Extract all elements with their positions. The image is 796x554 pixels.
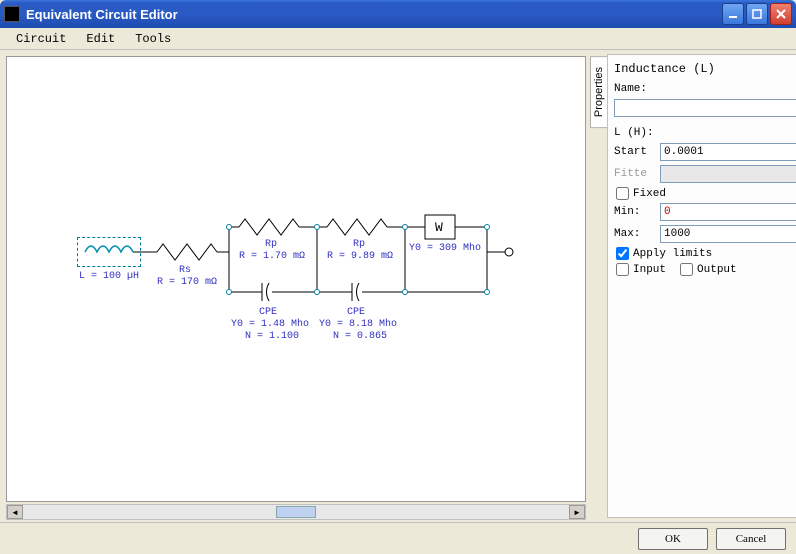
- name-Rp2: Rp: [353, 239, 365, 250]
- min-label: Min:: [614, 206, 656, 218]
- scroll-thumb[interactable]: [276, 506, 316, 518]
- node[interactable]: [226, 289, 232, 295]
- selection-box: [77, 237, 141, 267]
- tab-properties[interactable]: Properties: [590, 56, 607, 128]
- name-CPE1: CPE: [259, 307, 277, 318]
- properties-panel: Inductance (L) ⊟ Name: L (H): Start Fitt…: [607, 54, 796, 518]
- window-controls: [722, 3, 792, 25]
- label-Rp2: R = 9.89 mΩ: [327, 251, 393, 262]
- label-Rp1: R = 1.70 mΩ: [239, 251, 305, 262]
- panel-title: Inductance (L): [614, 62, 715, 76]
- label-CPE1-y: Y0 = 1.48 Mho: [231, 319, 309, 330]
- scroll-left-icon[interactable]: ◄: [7, 505, 23, 519]
- name-label: Name:: [614, 83, 647, 95]
- apply-limits-checkbox[interactable]: [616, 247, 629, 260]
- name-input[interactable]: [614, 99, 796, 117]
- label-W: Y0 = 309 Mho: [409, 243, 481, 254]
- name-Rp1: Rp: [265, 239, 277, 250]
- apply-limits-label: Apply limits: [633, 248, 712, 260]
- circuit-canvas[interactable]: L = 100 µH Rs R = 170 mΩ Rp R = 1.70 mΩ …: [6, 56, 586, 502]
- ok-button[interactable]: OK: [638, 528, 708, 550]
- menu-circuit[interactable]: Circuit: [6, 30, 76, 48]
- node[interactable]: [484, 289, 490, 295]
- label-CPE1-n: N = 1.100: [245, 331, 299, 342]
- label-Rs: R = 170 mΩ: [157, 277, 217, 288]
- window-title: Equivalent Circuit Editor: [26, 7, 722, 22]
- horizontal-scrollbar[interactable]: ◄ ►: [6, 504, 586, 520]
- input-label: Input: [633, 264, 666, 276]
- titlebar: Equivalent Circuit Editor: [0, 0, 796, 28]
- start-input[interactable]: [660, 143, 796, 161]
- name-Rs: Rs: [179, 265, 191, 276]
- label-CPE2-y: Y0 = 8.18 Mho: [319, 319, 397, 330]
- node[interactable]: [226, 224, 232, 230]
- close-button[interactable]: [770, 3, 792, 25]
- label-CPE2-n: N = 0.865: [333, 331, 387, 342]
- min-input[interactable]: [660, 203, 796, 221]
- cancel-button[interactable]: Cancel: [716, 528, 786, 550]
- lh-label: L (H):: [614, 127, 654, 139]
- app-icon: [4, 6, 20, 22]
- maximize-button[interactable]: [746, 3, 768, 25]
- output-label: Output: [697, 264, 737, 276]
- node[interactable]: [484, 224, 490, 230]
- node[interactable]: [314, 224, 320, 230]
- output-checkbox[interactable]: [680, 263, 693, 276]
- name-W: W: [435, 220, 443, 235]
- fixed-label: Fixed: [633, 188, 666, 200]
- node[interactable]: [402, 224, 408, 230]
- node[interactable]: [402, 289, 408, 295]
- fitte-input: [660, 165, 796, 183]
- minimize-button[interactable]: [722, 3, 744, 25]
- max-input[interactable]: [660, 225, 796, 243]
- name-CPE2: CPE: [347, 307, 365, 318]
- label-L: L = 100 µH: [79, 271, 139, 282]
- max-label: Max:: [614, 228, 656, 240]
- menu-tools[interactable]: Tools: [125, 30, 181, 48]
- start-label: Start: [614, 146, 656, 158]
- workarea: L = 100 µH Rs R = 170 mΩ Rp R = 1.70 mΩ …: [0, 50, 796, 522]
- scroll-right-icon[interactable]: ►: [569, 505, 585, 519]
- fitte-label: Fitte: [614, 168, 656, 180]
- button-bar: OK Cancel: [0, 522, 796, 554]
- menubar: Circuit Edit Tools: [0, 28, 796, 50]
- node[interactable]: [314, 289, 320, 295]
- input-checkbox[interactable]: [616, 263, 629, 276]
- menu-edit[interactable]: Edit: [76, 30, 125, 48]
- sidebar-tabs: Properties: [590, 50, 607, 522]
- canvas-wrap: L = 100 µH Rs R = 170 mΩ Rp R = 1.70 mΩ …: [0, 50, 590, 522]
- properties-sidebar: Properties Inductance (L) ⊟ Name: L (H):…: [590, 50, 796, 522]
- fixed-checkbox[interactable]: [616, 187, 629, 200]
